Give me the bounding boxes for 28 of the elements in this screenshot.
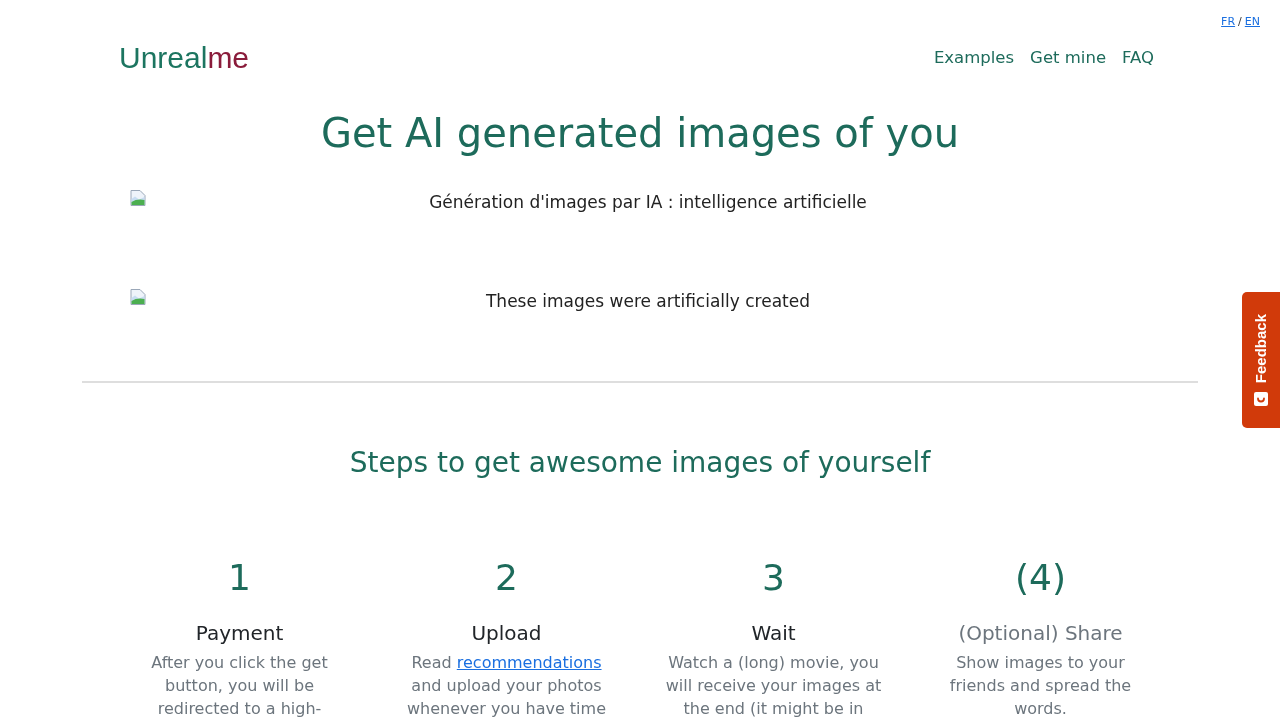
smile-icon — [1254, 392, 1268, 407]
step-description: Read recommendations and upload your photos whenever you have time — [406, 652, 607, 720]
feedback-tab[interactable]: Feedback — [1242, 292, 1280, 428]
step-title: Payment — [195, 620, 284, 647]
broken-image-icon — [130, 289, 146, 305]
step-title: (Optional) Share — [958, 620, 1123, 647]
nav-link[interactable]: Examples — [933, 47, 1015, 69]
step-title: Wait — [751, 620, 796, 647]
step-number: 2 — [495, 556, 518, 600]
step-number: 3 — [762, 556, 785, 600]
logo[interactable]: Unrealme — [119, 40, 250, 76]
text-link[interactable]: recommendations — [456, 653, 602, 672]
page-title: Get AI generated images of you — [319, 109, 961, 158]
image-alt-text: Génération d'images par IA : intelligence artificielle — [428, 191, 868, 214]
nav-link[interactable]: Get mine — [1030, 47, 1107, 69]
step-number: (4) — [1015, 556, 1066, 600]
language-link[interactable]: FR — [1221, 15, 1236, 29]
step-title: Upload — [471, 620, 542, 647]
image-alt-text: These images were artificially created — [484, 290, 811, 313]
broken-image-icon — [130, 190, 146, 206]
language-link[interactable]: EN — [1244, 15, 1260, 29]
slash-separator: / — [1238, 15, 1242, 29]
step-description: Show images to your friends and spread the words. — [948, 652, 1133, 720]
step-number: 1 — [228, 556, 251, 600]
section-title: Steps to get awesome images of yourself — [348, 445, 932, 481]
nav-link[interactable]: FAQ — [1122, 47, 1154, 69]
step-description: After you click the get button, you will be redirected to a high- — [150, 652, 329, 720]
step-description: Watch a (long) movie, you will receive your images at the end (it might be in — [664, 652, 883, 720]
